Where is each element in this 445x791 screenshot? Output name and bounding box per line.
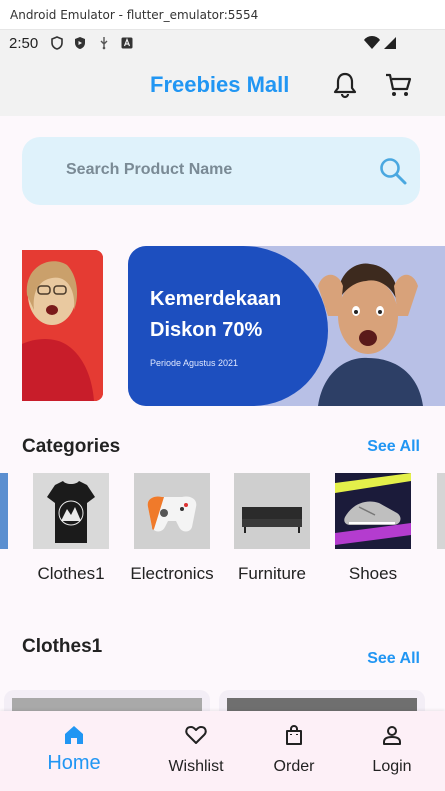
app-title: Freebies Mall <box>150 72 290 97</box>
category-partial-left[interactable] <box>0 473 8 549</box>
gamepad-image <box>134 473 210 549</box>
heart-icon <box>185 726 207 744</box>
products-see-all[interactable]: See All <box>367 650 420 668</box>
categories-title: Categories <box>22 436 121 457</box>
category-label-electronics: Electronics <box>130 564 214 583</box>
category-label-shoes: Shoes <box>348 564 398 583</box>
category-label-furniture: Furniture <box>237 564 307 583</box>
tshirt-image <box>33 473 109 549</box>
nav-login-label: Login <box>372 758 412 775</box>
sneaker-image <box>335 473 411 549</box>
nav-order[interactable]: Order <box>249 711 339 791</box>
banner-man-photo <box>318 263 423 406</box>
status-time: 2:50 <box>9 35 39 52</box>
categories-see-all[interactable]: See All <box>367 438 420 456</box>
emulator-window: Android Emulator - flutter_emulator:5554… <box>0 0 445 791</box>
products-section-title: Clothes1 <box>22 636 103 657</box>
nav-home-label: Home <box>47 752 101 774</box>
banner-discount: Diskon 70% <box>150 319 263 341</box>
emulator-titlebar: Android Emulator - flutter_emulator:5554 <box>0 0 445 30</box>
search-icon[interactable] <box>378 156 408 186</box>
bag-icon <box>286 725 302 745</box>
app-bar: Freebies Mall <box>0 56 445 116</box>
search-placeholder: Search Product Name <box>66 161 233 178</box>
play-protect-icon <box>75 37 85 49</box>
signal-wifi-icon <box>364 36 396 49</box>
status-bar: 2:50 <box>0 30 445 56</box>
window-title: Android Emulator - flutter_emulator:5554 <box>10 8 259 22</box>
nav-wishlist-label: Wishlist <box>168 758 224 775</box>
promo-banner-main[interactable]: Kemerdekaan Diskon 70% Periode Agustus 2… <box>128 246 445 406</box>
category-image-clothes[interactable] <box>33 473 109 549</box>
banner-period: Periode Agustus 2021 <box>150 358 239 368</box>
usb-icon <box>100 37 108 50</box>
shield-icon <box>51 36 63 50</box>
nav-login[interactable]: Login <box>347 711 437 791</box>
category-partial-right[interactable] <box>437 473 445 549</box>
banner-headline: Kemerdekaan <box>150 288 282 310</box>
notification-a-icon <box>121 37 133 49</box>
bell-icon[interactable] <box>330 70 360 100</box>
banner-woman-photo <box>22 250 103 401</box>
category-image-furniture[interactable] <box>234 473 310 549</box>
nav-order-label: Order <box>273 758 315 775</box>
home-icon <box>65 726 83 744</box>
category-image-electronics[interactable] <box>134 473 210 549</box>
person-icon <box>383 726 401 745</box>
promo-banner-left[interactable] <box>22 250 103 401</box>
nav-home[interactable]: Home <box>29 711 119 791</box>
bottom-navigation: Home Wishlist Order Login <box>0 711 445 791</box>
search-bar[interactable]: Search Product Name <box>22 137 420 205</box>
cart-icon[interactable] <box>383 70 413 100</box>
nav-wishlist[interactable]: Wishlist <box>151 711 241 791</box>
sofa-image <box>234 473 310 549</box>
category-label-clothes: Clothes1 <box>37 564 105 583</box>
category-image-shoes[interactable] <box>335 473 411 549</box>
